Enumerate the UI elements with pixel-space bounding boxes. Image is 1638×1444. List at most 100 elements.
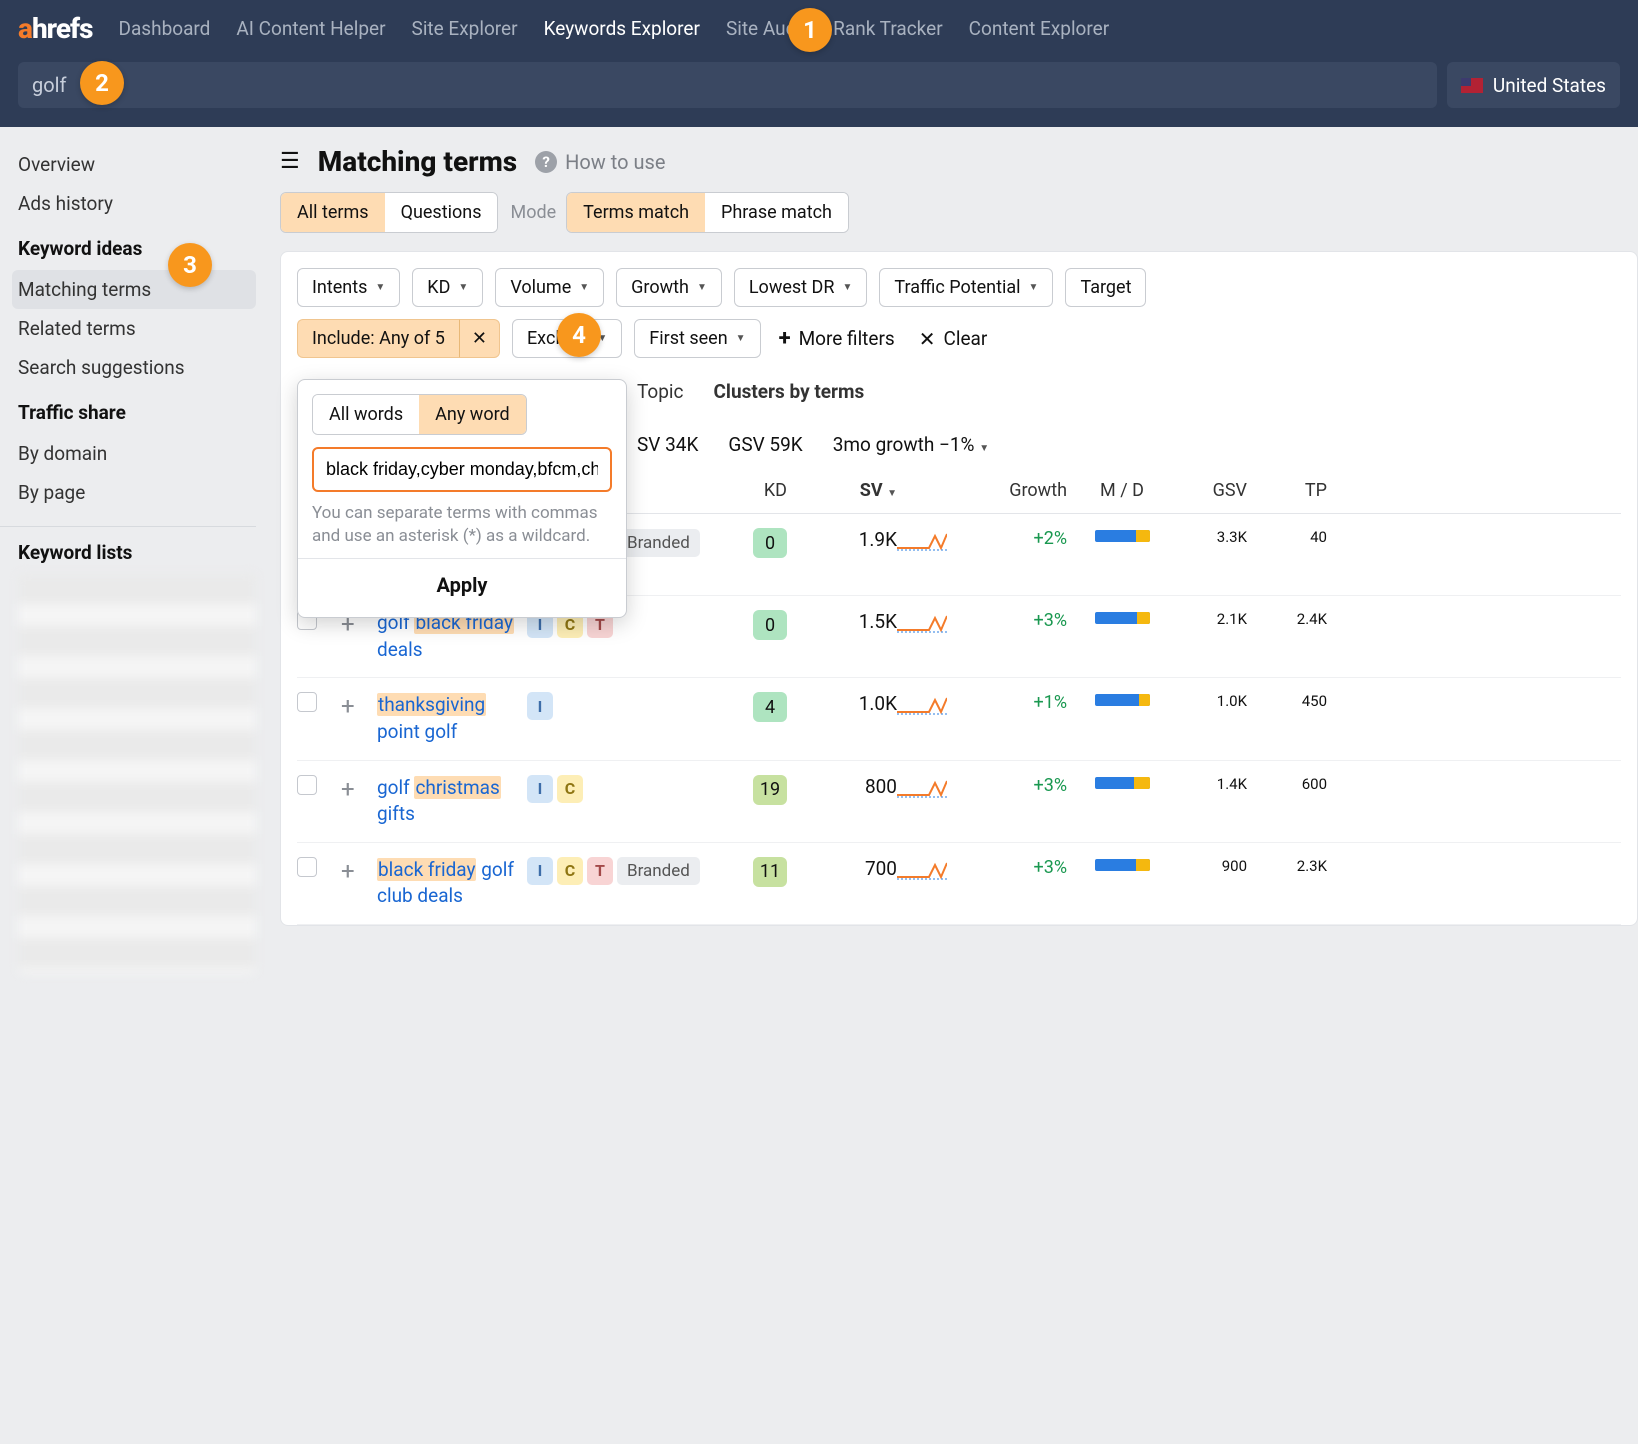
include-filter-popover: All words Any word You can separate term…: [297, 379, 627, 618]
filter-first-seen[interactable]: First seen▼: [634, 319, 760, 358]
add-to-list-icon[interactable]: +: [341, 775, 355, 803]
col-growth[interactable]: Growth: [967, 480, 1067, 501]
table-row: +thanksgiving point golfI41.0K+1%1.0K450: [297, 678, 1621, 760]
filter-traffic-potential[interactable]: Traffic Potential▼: [879, 268, 1053, 307]
chevron-down-icon: ▼: [458, 282, 468, 293]
filter-volume[interactable]: Volume▼: [495, 268, 604, 307]
gsv-value: 3.3K: [1217, 528, 1247, 546]
filter-intents[interactable]: Intents▼: [297, 268, 400, 307]
tp-value: 600: [1302, 775, 1327, 793]
filter-lowest-dr[interactable]: Lowest DR▼: [734, 268, 868, 307]
row-checkbox[interactable]: [297, 857, 317, 877]
chevron-down-icon: ▼: [979, 443, 989, 454]
kd-pill: 0: [753, 528, 787, 558]
trend-sparkline: [897, 610, 967, 640]
toggle-all-words[interactable]: All words: [313, 395, 419, 434]
gsv-value: 900: [1222, 857, 1247, 875]
toggle-all-terms[interactable]: All terms: [281, 193, 385, 232]
topic-label[interactable]: Topic: [637, 380, 684, 403]
row-checkbox[interactable]: [297, 775, 317, 795]
toggle-questions[interactable]: Questions: [385, 193, 498, 232]
more-filters-button[interactable]: +More filters: [773, 320, 901, 357]
kd-pill: 19: [753, 775, 787, 805]
chevron-down-icon: ▼: [1029, 282, 1039, 293]
kd-pill: 4: [753, 692, 787, 722]
nav-keywords-explorer[interactable]: Keywords Explorer: [544, 17, 700, 40]
sidebar: OverviewAds history Keyword ideas Matchi…: [0, 127, 256, 974]
plus-icon: +: [779, 326, 791, 351]
col-tp[interactable]: TP: [1247, 480, 1327, 501]
kd-pill: 0: [753, 610, 787, 640]
toggle-terms-match[interactable]: Terms match: [567, 193, 705, 232]
row-checkbox[interactable]: [297, 692, 317, 712]
tp-value: 450: [1302, 692, 1327, 710]
sidebar-heading-keyword-lists: Keyword lists: [18, 541, 256, 564]
sidebar-item-by-domain[interactable]: By domain: [18, 434, 256, 473]
include-chip-remove[interactable]: ✕: [459, 319, 500, 358]
sidebar-heading-keyword-ideas: Keyword ideas: [18, 237, 256, 260]
col-sv[interactable]: SV ▼: [787, 480, 897, 501]
stat-growth[interactable]: 3mo growth −1% ▼: [833, 433, 989, 456]
keyword-link[interactable]: black friday golf club deals: [377, 858, 514, 908]
sv-value: 800: [865, 775, 897, 798]
nav-content-explorer[interactable]: Content Explorer: [969, 17, 1110, 40]
sidebar-blurred-lists: [18, 574, 256, 974]
nav-dashboard[interactable]: Dashboard: [119, 17, 211, 40]
logo: ahrefs: [18, 12, 93, 45]
keyword-link[interactable]: thanksgiving point golf: [377, 693, 486, 743]
intent-tag-i: I: [527, 692, 553, 720]
tutorial-badge-4: 4: [557, 313, 601, 357]
sidebar-item-ads-history[interactable]: Ads history: [18, 184, 256, 223]
nav-ai-content-helper[interactable]: AI Content Helper: [236, 17, 385, 40]
nav-site-explorer[interactable]: Site Explorer: [412, 17, 518, 40]
sidebar-item-overview[interactable]: Overview: [18, 145, 256, 184]
growth-value: +1%: [1033, 692, 1067, 713]
how-to-use-link[interactable]: ? How to use: [535, 150, 665, 174]
sv-value: 700: [865, 857, 897, 880]
menu-icon[interactable]: ☰: [280, 149, 300, 174]
nav-rank-tracker[interactable]: Rank Tracker: [833, 17, 942, 40]
col-kd[interactable]: KD: [717, 480, 787, 501]
filter-growth[interactable]: Growth▼: [616, 268, 722, 307]
country-name: United States: [1493, 74, 1606, 97]
include-terms-input[interactable]: [312, 447, 612, 492]
sidebar-item-matching-terms[interactable]: Matching terms: [12, 270, 256, 309]
include-filter-chip: Include: Any of 5 ✕: [297, 319, 500, 358]
clusters-label[interactable]: Clusters by terms: [714, 380, 865, 403]
tag-branded: Branded: [617, 529, 700, 557]
filters-panel: Intents▼ KD▼ Volume▼ Growth▼ Lowest DR▼ …: [280, 251, 1638, 926]
keyword-search-input[interactable]: golf: [18, 62, 1437, 108]
filter-target[interactable]: Target: [1065, 268, 1146, 307]
intent-tag-i: I: [527, 775, 553, 803]
sidebar-item-search-suggestions[interactable]: Search suggestions: [18, 348, 256, 387]
tutorial-badge-3: 3: [168, 243, 212, 287]
toggle-phrase-match[interactable]: Phrase match: [705, 193, 848, 232]
table-row: +black friday golf club dealsICTBranded1…: [297, 843, 1621, 925]
clear-filters-button[interactable]: ✕Clear: [913, 321, 994, 357]
mode-label: Mode: [510, 202, 556, 223]
sidebar-item-related-terms[interactable]: Related terms: [18, 309, 256, 348]
chevron-down-icon: ▼: [736, 333, 746, 344]
include-chip-label[interactable]: Include: Any of 5: [297, 319, 459, 358]
add-to-list-icon[interactable]: +: [341, 857, 355, 885]
tag-branded: Branded: [617, 857, 700, 885]
sv-value: 1.9K: [859, 528, 897, 551]
search-value: golf: [32, 73, 66, 97]
md-bar: [1095, 859, 1150, 871]
apply-button[interactable]: Apply: [298, 558, 626, 603]
search-row: golf United States 2: [0, 57, 1638, 127]
intent-tag-c: C: [557, 857, 583, 885]
sidebar-item-by-page[interactable]: By page: [18, 473, 256, 512]
toggle-any-word[interactable]: Any word: [419, 395, 526, 434]
keyword-link[interactable]: golf christmas gifts: [377, 776, 501, 826]
col-gsv[interactable]: GSV: [1157, 480, 1247, 501]
match-toggle: Terms match Phrase match: [566, 192, 849, 233]
filter-kd[interactable]: KD▼: [412, 268, 483, 307]
chevron-down-icon: ▼: [579, 282, 589, 293]
help-icon: ?: [535, 151, 557, 173]
add-to-list-icon[interactable]: +: [341, 692, 355, 720]
col-md[interactable]: M / D: [1067, 480, 1157, 501]
country-select[interactable]: United States: [1447, 62, 1620, 108]
keyword-link[interactable]: golf black friday deals: [377, 611, 514, 661]
growth-value: +3%: [1033, 775, 1067, 796]
